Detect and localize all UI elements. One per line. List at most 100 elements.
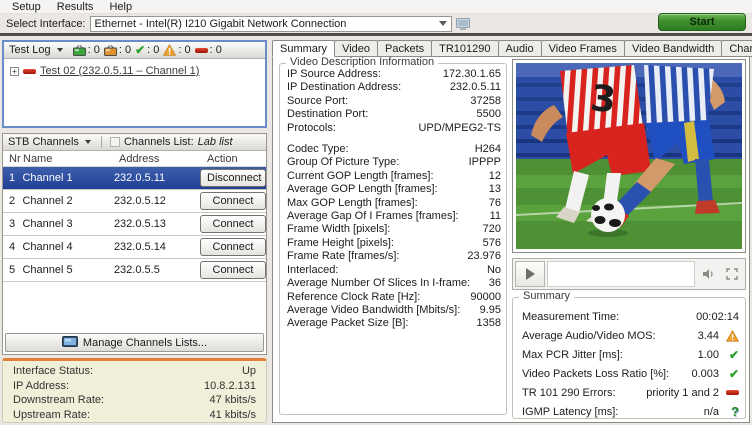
summary-value: 00:02:14 <box>696 311 739 323</box>
tab-video-bandwidth[interactable]: Video Bandwidth <box>624 40 722 57</box>
manage-channels-lists-button[interactable]: Manage Channels Lists... <box>5 333 264 352</box>
field-label: Average Number Of Slices In I-frame: <box>287 277 470 290</box>
video-preview: 3 <box>516 63 742 249</box>
field-row: Average Video Bandwidth [Mbits/s]:9.95 <box>287 304 501 317</box>
tab-summary[interactable]: Summary <box>272 40 335 57</box>
fullscreen-icon <box>726 268 738 280</box>
tab-tr101290[interactable]: TR101290 <box>431 40 498 57</box>
chevron-down-icon <box>439 21 447 26</box>
counter-value: : 0 <box>147 44 159 56</box>
stb-channels-header: STB Channels Channels List: Lab list <box>3 134 266 151</box>
channels-list-checkbox[interactable] <box>110 137 120 147</box>
seek-bar[interactable] <box>547 261 695 287</box>
field-label: Max GOP Length [frames]: <box>287 197 418 210</box>
field-row: Destination Port: 5500 <box>287 108 501 121</box>
cell-nr: 2 <box>3 195 20 207</box>
field-value: 5500 <box>477 108 501 121</box>
tab-audio[interactable]: Audio <box>498 40 542 57</box>
warning-icon <box>726 330 739 342</box>
cell-action: Connect <box>194 192 266 210</box>
table-row[interactable]: 2Channel 2232.0.5.12Connect <box>3 190 266 213</box>
interface-toolbar: Select Interface: Ethernet - Intel(R) I2… <box>0 14 752 33</box>
field-row: Reference Clock Rate [Hz]:90000 <box>287 291 501 304</box>
column-header-action[interactable]: Action <box>203 153 266 165</box>
status-label: Downstream Rate: <box>13 393 104 408</box>
error-dash-icon <box>195 48 208 53</box>
cell-address: 232.0.5.13 <box>114 218 194 230</box>
field-row: Codec Type:H264 <box>287 143 501 156</box>
field-row: Protocols:UPD/MPEG2-TS <box>287 122 501 135</box>
field-label: Source Port: <box>287 95 348 108</box>
stb-channels-title[interactable]: STB Channels <box>8 136 79 148</box>
check-icon: ✔ <box>135 45 145 55</box>
table-row[interactable]: 1Channel 1232.0.5.11Disconnect <box>3 167 266 190</box>
interface-dropdown[interactable]: Ethernet - Intel(R) I210 Gigabit Network… <box>90 16 452 32</box>
start-button[interactable]: Start <box>658 13 746 31</box>
interface-dropdown-value: Ethernet - Intel(R) I210 Gigabit Network… <box>95 18 435 30</box>
field-label: Protocols: <box>287 122 336 135</box>
menu-help[interactable]: Help <box>101 1 140 13</box>
field-label: Average Gap Of I Frames [frames]: <box>287 210 459 223</box>
summary-status-icon: ? <box>722 404 739 419</box>
summary-groupbox: Summary Measurement Time:00:02:14Average… <box>512 297 746 419</box>
error-dash-icon <box>726 390 739 395</box>
summary-value: 0.003 <box>691 368 719 380</box>
test-log-entry[interactable]: + Test 02 (232.0.5.11 – Channel 1) <box>4 59 265 83</box>
tab-packets[interactable]: Packets <box>377 40 432 57</box>
manage-channels-lists-label: Manage Channels Lists... <box>83 337 207 349</box>
chevron-down-icon[interactable] <box>85 140 91 144</box>
volume-button[interactable] <box>697 261 719 287</box>
connect-button[interactable]: Connect <box>200 215 266 233</box>
tv-icon <box>62 335 78 350</box>
summary-row: Video Packets Loss Ratio [%]:0.003✔ <box>522 364 739 383</box>
summary-row: Measurement Time:00:02:14 <box>522 307 739 326</box>
summary-value: 1.00 <box>698 349 719 361</box>
field-label: Destination Port: <box>287 108 368 121</box>
field-label: Codec Type: <box>287 143 349 156</box>
menu-results[interactable]: Results <box>49 1 102 13</box>
stb-channels-panel: STB Channels Channels List: Lab list Nr … <box>2 133 267 355</box>
tab-video[interactable]: Video <box>334 40 378 57</box>
cell-nr: 4 <box>3 241 20 253</box>
tab-video-frames[interactable]: Video Frames <box>541 40 625 57</box>
test-log-counter: : 0 <box>73 44 100 56</box>
summary-status-icon: ✔ <box>722 369 739 379</box>
cell-action: Disconnect <box>194 169 266 187</box>
column-header-address[interactable]: Address <box>119 153 203 165</box>
summary-status-icon <box>722 330 739 342</box>
test-log-header[interactable]: Test Log : 0: 0✔: 0: 0: 0 <box>4 42 265 59</box>
cell-action: Connect <box>194 215 266 233</box>
status-value: 41 kbits/s <box>210 408 256 423</box>
field-label: Current GOP Length [frames]: <box>287 170 434 183</box>
field-label: Frame Height [pixels]: <box>287 237 394 250</box>
test-entry-link[interactable]: Test 02 (232.0.5.11 – Channel 1) <box>40 65 199 77</box>
channels-list-value: Lab list <box>198 136 233 148</box>
field-label: Frame Width [pixels]: <box>287 223 390 236</box>
play-button[interactable] <box>515 261 545 287</box>
fullscreen-button[interactable] <box>721 261 743 287</box>
expand-plus-icon[interactable]: + <box>10 67 19 76</box>
connect-button[interactable]: Connect <box>200 192 266 210</box>
field-label: Reference Clock Rate [Hz]: <box>287 291 420 304</box>
table-row[interactable]: 4Channel 4232.0.5.14Connect <box>3 236 266 259</box>
monitor-icon[interactable] <box>456 18 470 30</box>
connect-button[interactable]: Connect <box>200 238 266 256</box>
table-row[interactable]: 5Channel 5232.0.5.5Connect <box>3 259 266 282</box>
summary-label: Max PCR Jitter [ms]: <box>522 349 698 361</box>
field-value: 36 <box>489 277 501 290</box>
cell-nr: 1 <box>3 172 20 184</box>
connect-button[interactable]: Connect <box>200 261 266 279</box>
toolbar-separator <box>0 33 752 36</box>
field-row: Average Gap Of I Frames [frames]:11 <box>287 210 501 223</box>
field-value: 576 <box>483 237 501 250</box>
column-header-name[interactable]: Name <box>21 153 119 165</box>
disconnect-button[interactable]: Disconnect <box>200 169 266 187</box>
interface-status-panel: Interface Status:UpIP Address:10.8.2.131… <box>2 358 267 423</box>
field-label: Average Packet Size [B]: <box>287 317 408 330</box>
tab-charts[interactable]: Charts <box>721 40 752 57</box>
check-icon: ✔ <box>729 369 739 379</box>
table-row[interactable]: 3Channel 3232.0.5.13Connect <box>3 213 266 236</box>
column-header-nr[interactable]: Nr <box>3 153 21 165</box>
cell-name: Channel 2 <box>20 195 114 207</box>
menu-setup[interactable]: Setup <box>4 1 49 13</box>
